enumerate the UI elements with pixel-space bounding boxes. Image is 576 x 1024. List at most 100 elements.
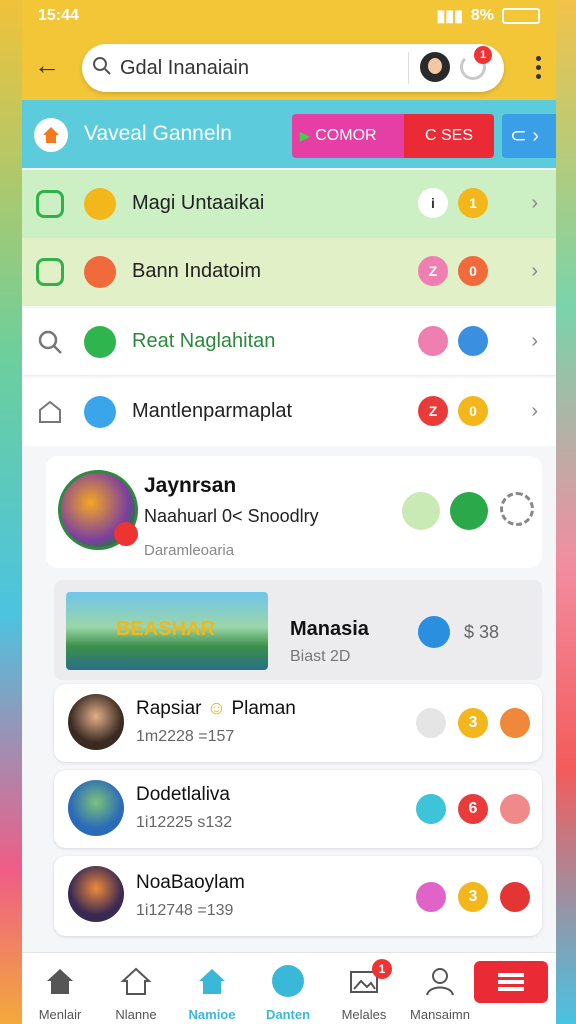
menu-row-4[interactable]: Mantlenparmaplat Z 0 › — [22, 378, 556, 446]
count-badge: 0 — [458, 256, 488, 286]
game-item[interactable]: Dodetlaliva 1i12225 s132 6 — [54, 770, 542, 848]
home-icon — [47, 969, 73, 994]
tag-edit-icon — [39, 400, 61, 423]
info-badge: i — [418, 188, 448, 218]
action-button[interactable] — [474, 961, 548, 1003]
leaf-icon[interactable] — [402, 492, 440, 530]
badge-icon — [416, 708, 446, 738]
featured-sub: Biast 2D — [290, 648, 351, 665]
nav-label: Melales — [341, 1007, 387, 1022]
home-active-icon — [199, 969, 225, 994]
count-badge: 1 — [458, 188, 488, 218]
search-bar[interactable]: 1 — [82, 44, 504, 92]
verified-icon — [418, 616, 450, 648]
nav-label: Menlair — [38, 1007, 82, 1022]
chevron-right-icon: › — [531, 400, 538, 422]
menu-row-2[interactable]: Bann Indatoim Z 0 › — [22, 238, 556, 306]
nav-label: Mansaimn — [410, 1007, 470, 1022]
lead-icon — [36, 190, 64, 218]
featured-title: Manasia — [290, 618, 369, 640]
remove-icon[interactable] — [500, 882, 530, 912]
next-button[interactable]: ⊂ › — [502, 114, 556, 158]
nav-label: Namioe — [188, 1007, 236, 1022]
nav-label: Danten — [265, 1007, 311, 1022]
notification-badge: 1 — [474, 46, 492, 64]
signal-icon: ▮▮▮ — [436, 8, 463, 25]
star-icon[interactable] — [500, 794, 530, 824]
doc-badge-icon — [418, 326, 448, 356]
featured-banner-text: BEASHAR — [116, 618, 215, 640]
menu-icon — [84, 188, 116, 220]
chevron-right-icon: › — [531, 192, 538, 214]
nav-tab-2[interactable]: Nlanne — [98, 953, 174, 1024]
status-bar: 15:44 ▮▮▮ 8% — [22, 0, 556, 34]
search-input[interactable] — [120, 54, 400, 82]
image-icon — [416, 882, 446, 912]
nav-tab-3[interactable]: Namioe — [174, 953, 250, 1024]
letter-badge: Z — [418, 256, 448, 286]
send-icon — [84, 326, 116, 358]
combo-primary-label: COMOR — [315, 127, 377, 144]
profile-subtitle: Naahuarl 0< Snoodlry — [144, 506, 319, 526]
search-icon — [38, 330, 62, 354]
menu-label: Reat Naglahitan — [132, 330, 276, 352]
house-outline-icon — [120, 967, 152, 995]
home-icon — [43, 127, 59, 143]
profile-meta: Daramleoaria — [144, 542, 235, 559]
game-avatar — [68, 780, 124, 836]
menu-label: Bann Indatoim — [132, 260, 261, 282]
combo-secondary-button[interactable]: C SES — [404, 114, 494, 158]
game-sub: 1i12225 s132 — [136, 814, 233, 831]
game-avatar — [68, 866, 124, 922]
combo-primary-button[interactable]: ▶ COMOR — [292, 114, 404, 158]
battery-label: 8% — [470, 7, 494, 24]
letter-badge: Z — [418, 396, 448, 426]
profile-card[interactable]: Jaynrsan Naahuarl 0< Snoodlry Daramleoar… — [46, 456, 542, 568]
count-badge: 3 — [458, 882, 488, 912]
search-divider — [408, 52, 409, 84]
info-badge-icon — [458, 326, 488, 356]
check-icon — [416, 794, 446, 824]
game-sub: 1i12748 =139 — [136, 902, 234, 919]
gear-icon[interactable] — [500, 492, 534, 526]
battery-icon — [502, 8, 540, 24]
game-avatar — [68, 694, 124, 750]
game-item[interactable]: Rapsiar ☺ Plaman 1m2228 =157 3 — [54, 684, 542, 762]
nav-tab-6[interactable]: Mansaimn — [402, 953, 478, 1024]
nav-tab-5[interactable]: 1 Melales — [326, 953, 402, 1024]
live-badge-icon — [114, 522, 138, 546]
star-icon[interactable] — [500, 708, 530, 738]
center-action-icon — [272, 965, 304, 997]
app-screen: 15:44 ▮▮▮ 8% ← 1 Vaveal Ganneln ▶ COMOR C… — [22, 0, 556, 1024]
featured-banner-image: BEASHAR — [66, 592, 268, 670]
featured-card[interactable]: BEASHAR Manasia Biast 2D $ 38 — [54, 580, 542, 680]
chevron-right-icon: › — [531, 260, 538, 282]
menu-row-3[interactable]: Reat Naglahitan › — [22, 308, 556, 376]
profile-name: Jaynrsan — [144, 474, 237, 497]
menu-row-1[interactable]: Magi Untaaikai i 1 › — [22, 170, 556, 238]
menu-label: Magi Untaaikai — [132, 192, 265, 214]
menu-label: Mantlenparmaplat — [132, 400, 293, 422]
user-avatar[interactable] — [420, 52, 450, 82]
status-dot-icon[interactable] — [450, 492, 488, 530]
home-button[interactable] — [34, 118, 68, 152]
status-time: 15:44 — [38, 7, 79, 24]
lead-icon — [36, 258, 64, 286]
bottom-nav: Menlair Nlanne Namioe Danten 1 Melales M… — [22, 952, 556, 1024]
chat-icon — [84, 396, 116, 428]
top-bar: ← 1 — [22, 34, 556, 100]
game-name: Rapsiar ☺ Plaman — [136, 698, 296, 719]
back-arrow-icon[interactable]: ← — [34, 52, 60, 78]
game-item[interactable]: NoaBaoylam 1i12748 =139 3 — [54, 856, 542, 936]
count-badge: 0 — [458, 396, 488, 426]
game-sub: 1m2228 =157 — [136, 728, 235, 745]
chevron-right-icon: › — [531, 330, 538, 352]
count-badge: 3 — [458, 708, 488, 738]
banner-title: Vaveal Ganneln — [84, 122, 232, 145]
combo-buttons: ▶ COMOR C SES — [292, 114, 494, 158]
nav-tab-4[interactable]: Danten — [250, 953, 326, 1024]
nav-tab-1[interactable]: Menlair — [22, 953, 98, 1024]
game-name: Dodetlaliva — [136, 784, 230, 805]
featured-price: $ 38 — [464, 622, 500, 642]
more-menu-icon[interactable] — [536, 56, 542, 80]
